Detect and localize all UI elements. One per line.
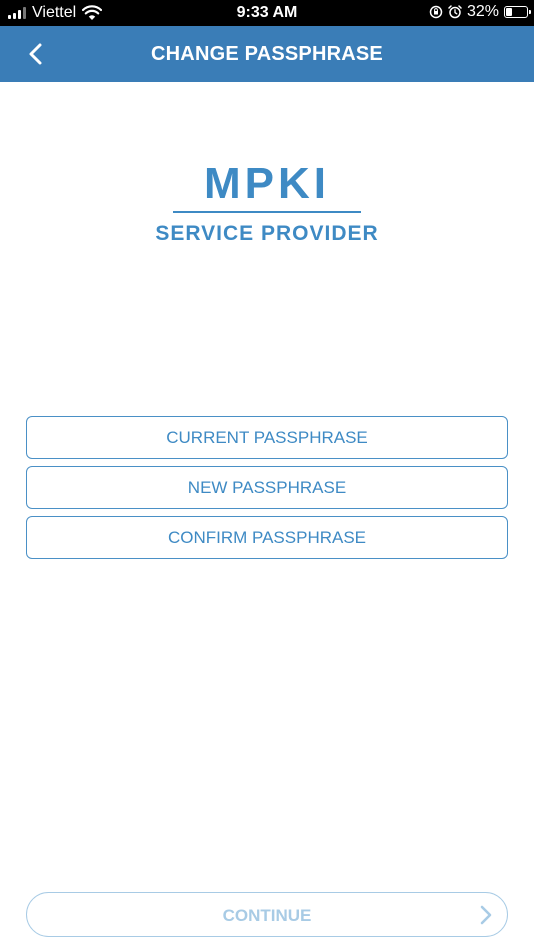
status-right: 32% — [429, 3, 531, 21]
logo-tagline: SERVICE PROVIDER — [155, 222, 379, 245]
confirm-passphrase-input[interactable] — [27, 516, 507, 559]
alarm-icon — [448, 5, 462, 19]
brand-logo: MPKI SERVICE PROVIDER — [0, 160, 534, 250]
logo-wordmark: MPKI — [204, 159, 330, 208]
current-passphrase-input[interactable] — [27, 416, 507, 459]
new-passphrase-input[interactable] — [27, 466, 507, 509]
confirm-passphrase-field — [26, 516, 508, 559]
battery-icon — [504, 6, 531, 18]
status-bar: Viettel 9:33 AM 32% — [0, 0, 534, 26]
chevron-right-icon — [480, 905, 492, 925]
page-title: CHANGE PASSPHRASE — [151, 43, 383, 65]
continue-label: CONTINUE — [222, 906, 312, 925]
new-passphrase-field — [26, 466, 508, 509]
logo-divider — [173, 211, 361, 213]
continue-button[interactable]: CONTINUE — [26, 892, 508, 937]
orientation-lock-icon — [429, 5, 443, 19]
battery-percent: 32% — [466, 3, 499, 20]
nav-header: CHANGE PASSPHRASE — [0, 26, 534, 82]
current-passphrase-field — [26, 416, 508, 459]
